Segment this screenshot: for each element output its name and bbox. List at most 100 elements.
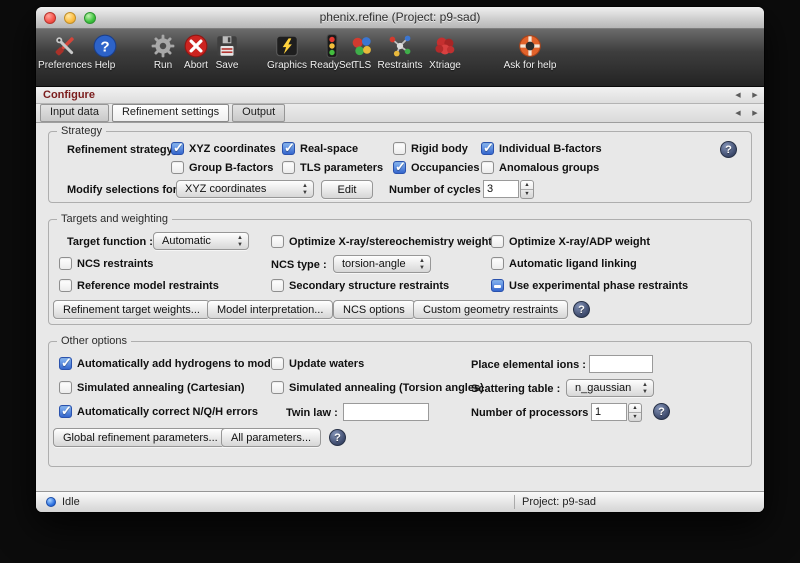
checkbox-use-experimental-phase-restraints[interactable]: Use experimental phase restraints — [491, 278, 688, 293]
tls-icon — [349, 33, 375, 59]
dropdown-value: Automatic — [162, 235, 211, 247]
checkbox-update-waters[interactable]: Update waters — [271, 356, 364, 371]
tab-refinement-settings[interactable]: Refinement settings — [112, 104, 229, 122]
minimize-button[interactable] — [64, 12, 76, 24]
twin-law-label: Twin law : — [286, 406, 338, 420]
checkbox-automatic-ligand-linking[interactable]: Automatic ligand linking — [491, 256, 637, 271]
dropdown-arrows-icon — [418, 258, 426, 272]
toolbar-save-button[interactable]: Save — [205, 33, 249, 71]
processors-help-button[interactable]: ? — [653, 403, 670, 420]
back-arrow-icon[interactable] — [733, 91, 743, 99]
checkbox-box — [282, 161, 295, 174]
app-window: phenix.refine (Project: p9-sad) Preferen… — [36, 7, 764, 512]
window-controls — [44, 12, 96, 24]
forward-arrow-icon[interactable] — [750, 109, 760, 117]
checkbox-simulated-annealing-torsion[interactable]: Simulated annealing (Torsion angles) — [271, 380, 484, 395]
checkbox-box — [491, 235, 504, 248]
number-of-cycles-label: Number of cycles : — [389, 183, 487, 197]
checkbox-label: Secondary structure restraints — [289, 280, 449, 292]
ncs-type-dropdown[interactable]: torsion-angle — [333, 255, 431, 273]
title-bar[interactable]: phenix.refine (Project: p9-sad) — [36, 7, 764, 29]
checkbox-simulated-annealing-cartesian[interactable]: Simulated annealing (Cartesian) — [59, 380, 244, 395]
checkbox-reference-model-restraints[interactable]: Reference model restraints — [59, 278, 219, 293]
model-interpretation-button[interactable]: Model interpretation... — [207, 300, 333, 319]
target-function-dropdown[interactable]: Automatic — [153, 232, 249, 250]
stepper-down-icon[interactable] — [521, 190, 533, 198]
checkbox-box — [59, 381, 72, 394]
status-led-icon — [46, 497, 56, 507]
number-of-cycles-input[interactable] — [483, 180, 519, 198]
checkbox-occupancies[interactable]: Occupancies — [393, 160, 479, 175]
checkbox-optimize-xray-adp-weight[interactable]: Optimize X-ray/ADP weight — [491, 234, 650, 249]
checkbox-real-space[interactable]: Real-space — [282, 141, 358, 156]
checkbox-xyz-coordinates[interactable]: XYZ coordinates — [171, 141, 276, 156]
status-project: Project: p9-sad — [522, 496, 596, 508]
checkbox-label: Rigid body — [411, 143, 468, 155]
tab-output[interactable]: Output — [232, 104, 285, 122]
svg-text:?: ? — [100, 38, 109, 55]
back-arrow-icon[interactable] — [733, 109, 743, 117]
refinement-strategy-label: Refinement strategy: — [67, 143, 176, 157]
forward-arrow-icon[interactable] — [750, 91, 760, 99]
checkbox-secondary-structure-restraints[interactable]: Secondary structure restraints — [271, 278, 449, 293]
processors-stepper[interactable] — [628, 403, 642, 422]
edit-button[interactable]: Edit — [321, 180, 373, 199]
other-options-help-button[interactable]: ? — [329, 429, 346, 446]
checkbox-label: NCS restraints — [77, 258, 153, 270]
stepper-down-icon[interactable] — [629, 413, 641, 421]
toolbar-label: Ask for help — [504, 60, 557, 71]
scattering-table-dropdown[interactable]: n_gaussian — [566, 379, 654, 397]
toolbar-label: Run — [154, 60, 172, 71]
checkbox-rigid-body[interactable]: Rigid body — [393, 141, 468, 156]
strategy-help-button[interactable]: ? — [720, 141, 737, 158]
checkbox-label: Automatic ligand linking — [509, 258, 637, 270]
checkbox-box — [59, 405, 72, 418]
dropdown-value: n_gaussian — [575, 382, 631, 394]
strategy-group: Strategy Refinement strategy: XYZ coordi… — [48, 131, 752, 203]
ncs-options-button[interactable]: NCS options — [333, 300, 415, 319]
custom-geometry-restraints-button[interactable]: Custom geometry restraints — [413, 300, 568, 319]
refinement-target-weights-button[interactable]: Refinement target weights... — [53, 300, 210, 319]
toolbar-ask-for-help-button[interactable]: Ask for help — [495, 33, 565, 71]
stepper-up-icon[interactable] — [521, 181, 533, 190]
all-parameters-button[interactable]: All parameters... — [221, 428, 321, 447]
checkbox-box — [271, 381, 284, 394]
checkbox-box — [282, 142, 295, 155]
targets-help-button[interactable]: ? — [573, 301, 590, 318]
checkbox-anomalous-groups[interactable]: Anomalous groups — [481, 160, 599, 175]
twin-law-input[interactable] — [343, 403, 429, 421]
checkbox-box — [59, 257, 72, 270]
cycles-stepper[interactable] — [520, 180, 534, 199]
checkbox-box — [481, 142, 494, 155]
configure-nav — [733, 87, 760, 103]
status-bar: Idle Project: p9-sad — [36, 491, 764, 512]
checkbox-ncs-restraints[interactable]: NCS restraints — [59, 256, 153, 271]
zoom-button[interactable] — [84, 12, 96, 24]
checkbox-automatically-add-hydrogens[interactable]: Automatically add hydrogens to model — [59, 356, 280, 371]
checkbox-tls-parameters[interactable]: TLS parameters — [282, 160, 383, 175]
checkbox-group-b-factors[interactable]: Group B-factors — [171, 160, 273, 175]
ncs-type-label: NCS type : — [271, 258, 327, 272]
checkbox-box — [393, 142, 406, 155]
close-button[interactable] — [44, 12, 56, 24]
checkbox-automatically-correct-nqh[interactable]: Automatically correct N/Q/H errors — [59, 404, 258, 419]
configure-bar: Configure — [36, 87, 764, 104]
scattering-table-label: Scattering table : — [471, 382, 560, 396]
restraints-molecule-icon — [387, 33, 413, 59]
place-elemental-ions-input[interactable] — [589, 355, 653, 373]
checkbox-individual-b-factors[interactable]: Individual B-factors — [481, 141, 602, 156]
modify-selections-dropdown[interactable]: XYZ coordinates — [176, 180, 314, 198]
stepper-up-icon[interactable] — [629, 404, 641, 413]
number-of-processors-input[interactable] — [591, 403, 627, 421]
toolbar-label: Graphics — [267, 60, 307, 71]
checkbox-label: TLS parameters — [300, 162, 383, 174]
toolbar-help-button[interactable]: ? Help — [83, 33, 127, 71]
dropdown-arrows-icon — [301, 183, 309, 197]
toolbar-label: Restraints — [377, 60, 422, 71]
global-refinement-parameters-button[interactable]: Global refinement parameters... — [53, 428, 228, 447]
checkbox-optimize-xray-stereochemistry-weight[interactable]: Optimize X-ray/stereochemistry weight — [271, 234, 492, 249]
toolbar-label: TLS — [353, 60, 371, 71]
tab-input-data[interactable]: Input data — [40, 104, 109, 122]
toolbar-xtriage-button[interactable]: Xtriage — [418, 33, 472, 71]
checkbox-label: Occupancies — [411, 162, 479, 174]
